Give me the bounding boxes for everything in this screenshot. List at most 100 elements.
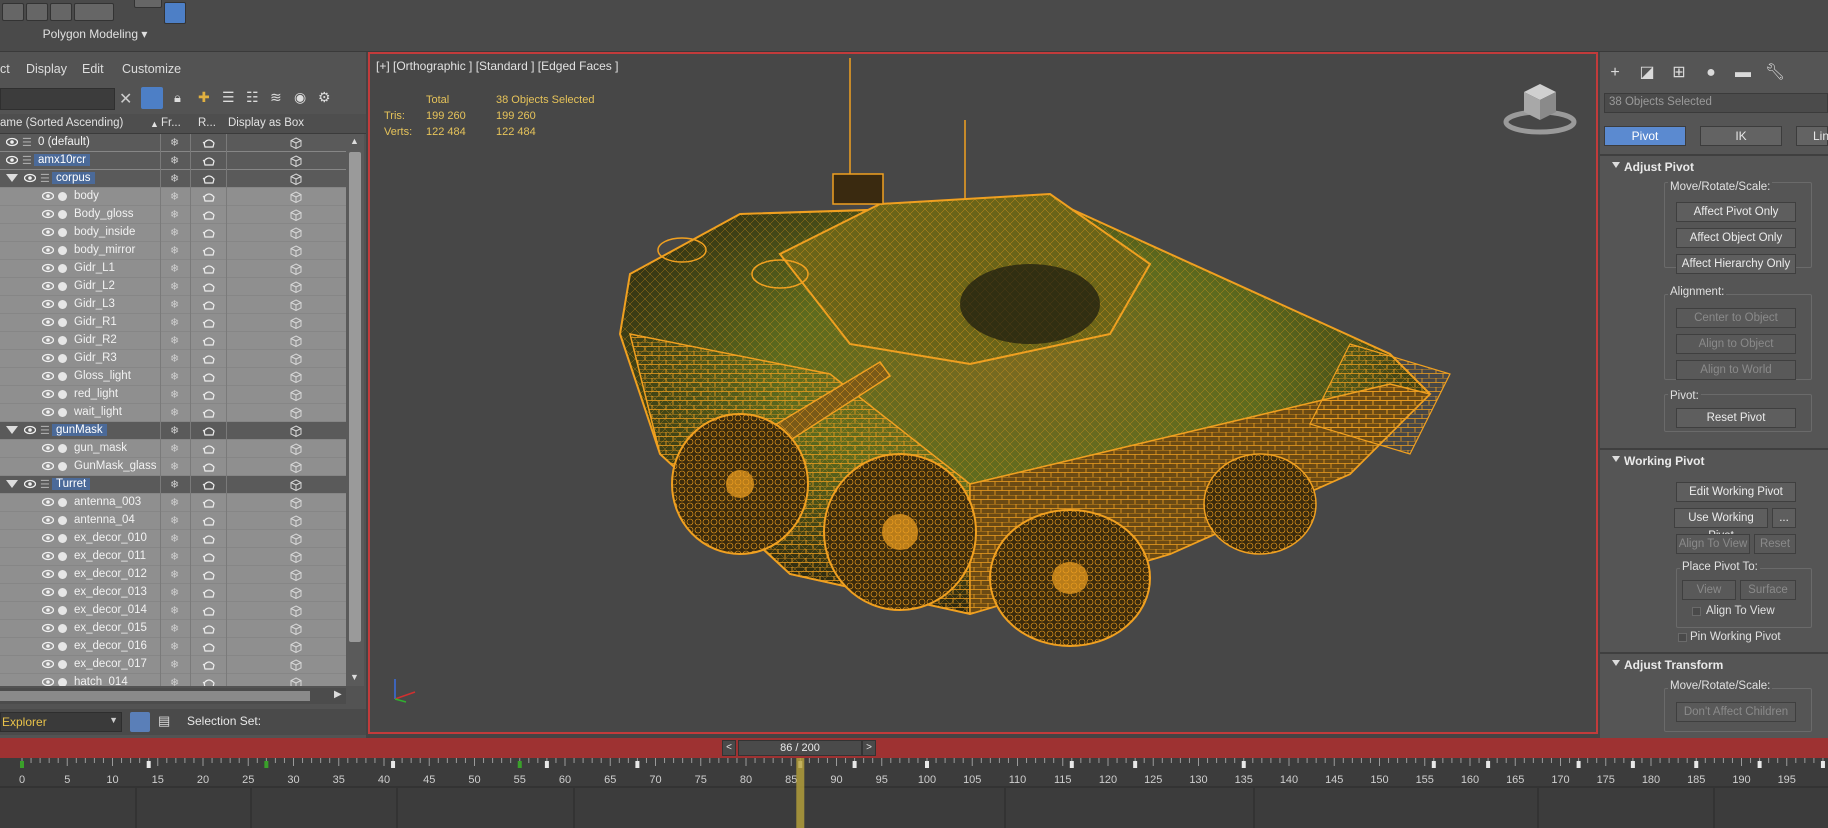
center-to-object-button[interactable]: Center to Object <box>1676 308 1796 328</box>
display-as-box-icon[interactable] <box>290 569 302 582</box>
freeze-icon[interactable]: ❄ <box>170 209 182 221</box>
freeze-icon[interactable]: ❄ <box>170 155 182 167</box>
renderable-icon[interactable] <box>202 407 216 419</box>
scene-explorer-icon[interactable]: ▤ <box>158 713 170 729</box>
visibility-eye-icon[interactable] <box>41 443 55 453</box>
scene-tree-row[interactable]: ex_decor_013 ❄ <box>0 584 346 602</box>
visibility-eye-icon[interactable] <box>41 245 55 255</box>
display-as-box-icon[interactable] <box>290 407 302 420</box>
layers-icon[interactable]: ☰ <box>222 89 235 106</box>
visibility-eye-icon[interactable] <box>41 497 55 507</box>
freeze-icon[interactable]: ❄ <box>170 533 182 545</box>
visibility-eye-icon[interactable] <box>41 551 55 561</box>
scene-tree-row[interactable]: antenna_003 ❄ <box>0 494 346 512</box>
renderable-icon[interactable] <box>202 569 216 581</box>
freeze-icon[interactable]: ❄ <box>170 677 182 686</box>
adjust-pivot-rollout[interactable]: Adjust Pivot <box>1600 158 1828 176</box>
freeze-icon[interactable]: ❄ <box>170 263 182 275</box>
perspective-viewport[interactable]: [+] [Orthographic ] [Standard ] [Edged F… <box>368 52 1598 734</box>
display-as-box-icon[interactable] <box>290 137 302 150</box>
renderable-icon[interactable] <box>202 281 216 293</box>
scene-tree-row[interactable]: ex_decor_011 ❄ <box>0 548 346 566</box>
visibility-eye-icon[interactable] <box>41 515 55 525</box>
scene-tree-row[interactable]: red_light ❄ <box>0 386 346 404</box>
add-layer-icon[interactable]: ✚ <box>198 89 210 106</box>
display-as-box-icon[interactable] <box>290 317 302 330</box>
visibility-eye-icon[interactable] <box>41 335 55 345</box>
freeze-icon[interactable]: ❄ <box>170 425 182 437</box>
scroll-down-icon[interactable]: ▼ <box>350 672 359 682</box>
freeze-icon[interactable]: ❄ <box>170 623 182 635</box>
utilities-icon[interactable]: 🔧︎ <box>1764 62 1786 84</box>
place-surface-button[interactable]: Surface <box>1740 580 1796 600</box>
renderable-icon[interactable] <box>202 587 216 599</box>
col-freeze[interactable]: Fr... <box>161 117 181 129</box>
display-as-box-icon[interactable] <box>290 281 302 294</box>
display-as-box-icon[interactable] <box>290 371 302 384</box>
tab-link[interactable]: Link <box>1796 126 1828 146</box>
scene-tree-row[interactable]: GunMask_glass ❄ <box>0 458 346 476</box>
visibility-eye-icon[interactable] <box>41 407 55 417</box>
scene-tree-row[interactable]: ☰ 0 (default) ❄ <box>0 134 346 152</box>
visibility-eye-icon[interactable] <box>41 461 55 471</box>
display-as-box-icon[interactable] <box>290 677 302 686</box>
scene-tree-row[interactable]: Gidr_L2 ❄ <box>0 278 346 296</box>
display-as-box-icon[interactable] <box>290 623 302 636</box>
scene-tree-row[interactable]: ex_decor_017 ❄ <box>0 656 346 674</box>
visibility-eye-icon[interactable] <box>41 371 55 381</box>
freeze-icon[interactable]: ❄ <box>170 389 182 401</box>
affect-pivot-only-button[interactable]: Affect Pivot Only <box>1676 202 1796 222</box>
display-as-box-icon[interactable] <box>290 551 302 564</box>
toolbar-icon-2[interactable] <box>26 3 48 21</box>
visibility-eye-icon[interactable] <box>41 299 55 309</box>
visibility-eye-icon[interactable] <box>5 155 19 165</box>
scene-tree-row[interactable]: Gidr_R2 ❄ <box>0 332 346 350</box>
visibility-eye-icon[interactable] <box>41 623 55 633</box>
renderable-icon[interactable] <box>202 677 216 686</box>
use-working-pivot-button[interactable]: Use Working Pivot <box>1674 508 1768 542</box>
freeze-icon[interactable]: ❄ <box>170 299 182 311</box>
scene-tree-row[interactable]: Gloss_light ❄ <box>0 368 346 386</box>
renderable-icon[interactable] <box>202 461 216 473</box>
display-as-box-icon[interactable] <box>290 209 302 222</box>
align-to-object-button[interactable]: Align to Object <box>1676 334 1796 354</box>
scene-tree-row[interactable]: body_mirror ❄ <box>0 242 346 260</box>
menu-display[interactable]: Display <box>26 62 67 76</box>
freeze-icon[interactable]: ❄ <box>170 335 182 347</box>
renderable-icon[interactable] <box>202 389 216 401</box>
display-as-box-icon[interactable] <box>290 479 302 492</box>
toolbar-icon-1[interactable] <box>2 3 24 21</box>
menu-customize[interactable]: Customize <box>122 62 181 76</box>
display-as-box-icon[interactable] <box>290 461 302 474</box>
visibility-eye-icon[interactable] <box>41 677 55 686</box>
edit-working-pivot-button[interactable]: Edit Working Pivot <box>1676 482 1796 502</box>
freeze-icon[interactable]: ❄ <box>170 137 182 149</box>
adjust-transform-rollout[interactable]: Adjust Transform <box>1600 656 1828 674</box>
explorer-horizontal-scrollbar[interactable]: ▶ <box>0 688 346 704</box>
display-as-box-icon[interactable] <box>290 335 302 348</box>
working-pivot-rollout[interactable]: Working Pivot <box>1600 452 1828 470</box>
freeze-icon[interactable]: ❄ <box>170 605 182 617</box>
visibility-eye-icon[interactable] <box>41 389 55 399</box>
freeze-icon[interactable]: ❄ <box>170 191 182 203</box>
scene-tree-row[interactable]: ex_decor_010 ❄ <box>0 530 346 548</box>
freeze-icon[interactable]: ❄ <box>170 353 182 365</box>
create-icon[interactable]: + <box>1604 62 1626 84</box>
freeze-icon[interactable]: ❄ <box>170 515 182 527</box>
menu-edit[interactable]: Edit <box>82 62 104 76</box>
visibility-eye-icon[interactable] <box>41 353 55 363</box>
renderable-icon[interactable] <box>202 335 216 347</box>
explorer-vertical-scrollbar[interactable]: ▲ ▼ <box>346 134 364 686</box>
renderable-icon[interactable] <box>202 353 216 365</box>
scene-tree-row[interactable]: ex_decor_014 ❄ <box>0 602 346 620</box>
affect-hierarchy-only-button[interactable]: Affect Hierarchy Only <box>1676 254 1796 274</box>
display-as-box-icon[interactable] <box>290 389 302 402</box>
scene-tree-row[interactable]: ☰ corpus ❄ <box>0 170 346 188</box>
scene-tree-row[interactable]: body_inside ❄ <box>0 224 346 242</box>
renderable-icon[interactable] <box>202 317 216 329</box>
menu-select[interactable]: ct <box>0 62 10 76</box>
scene-tree-row[interactable]: ☰ Turret ❄ <box>0 476 346 494</box>
scene-tree-row[interactable]: antenna_04 ❄ <box>0 512 346 530</box>
motion-icon[interactable]: ● <box>1700 62 1722 84</box>
display-as-box-icon[interactable] <box>290 497 302 510</box>
